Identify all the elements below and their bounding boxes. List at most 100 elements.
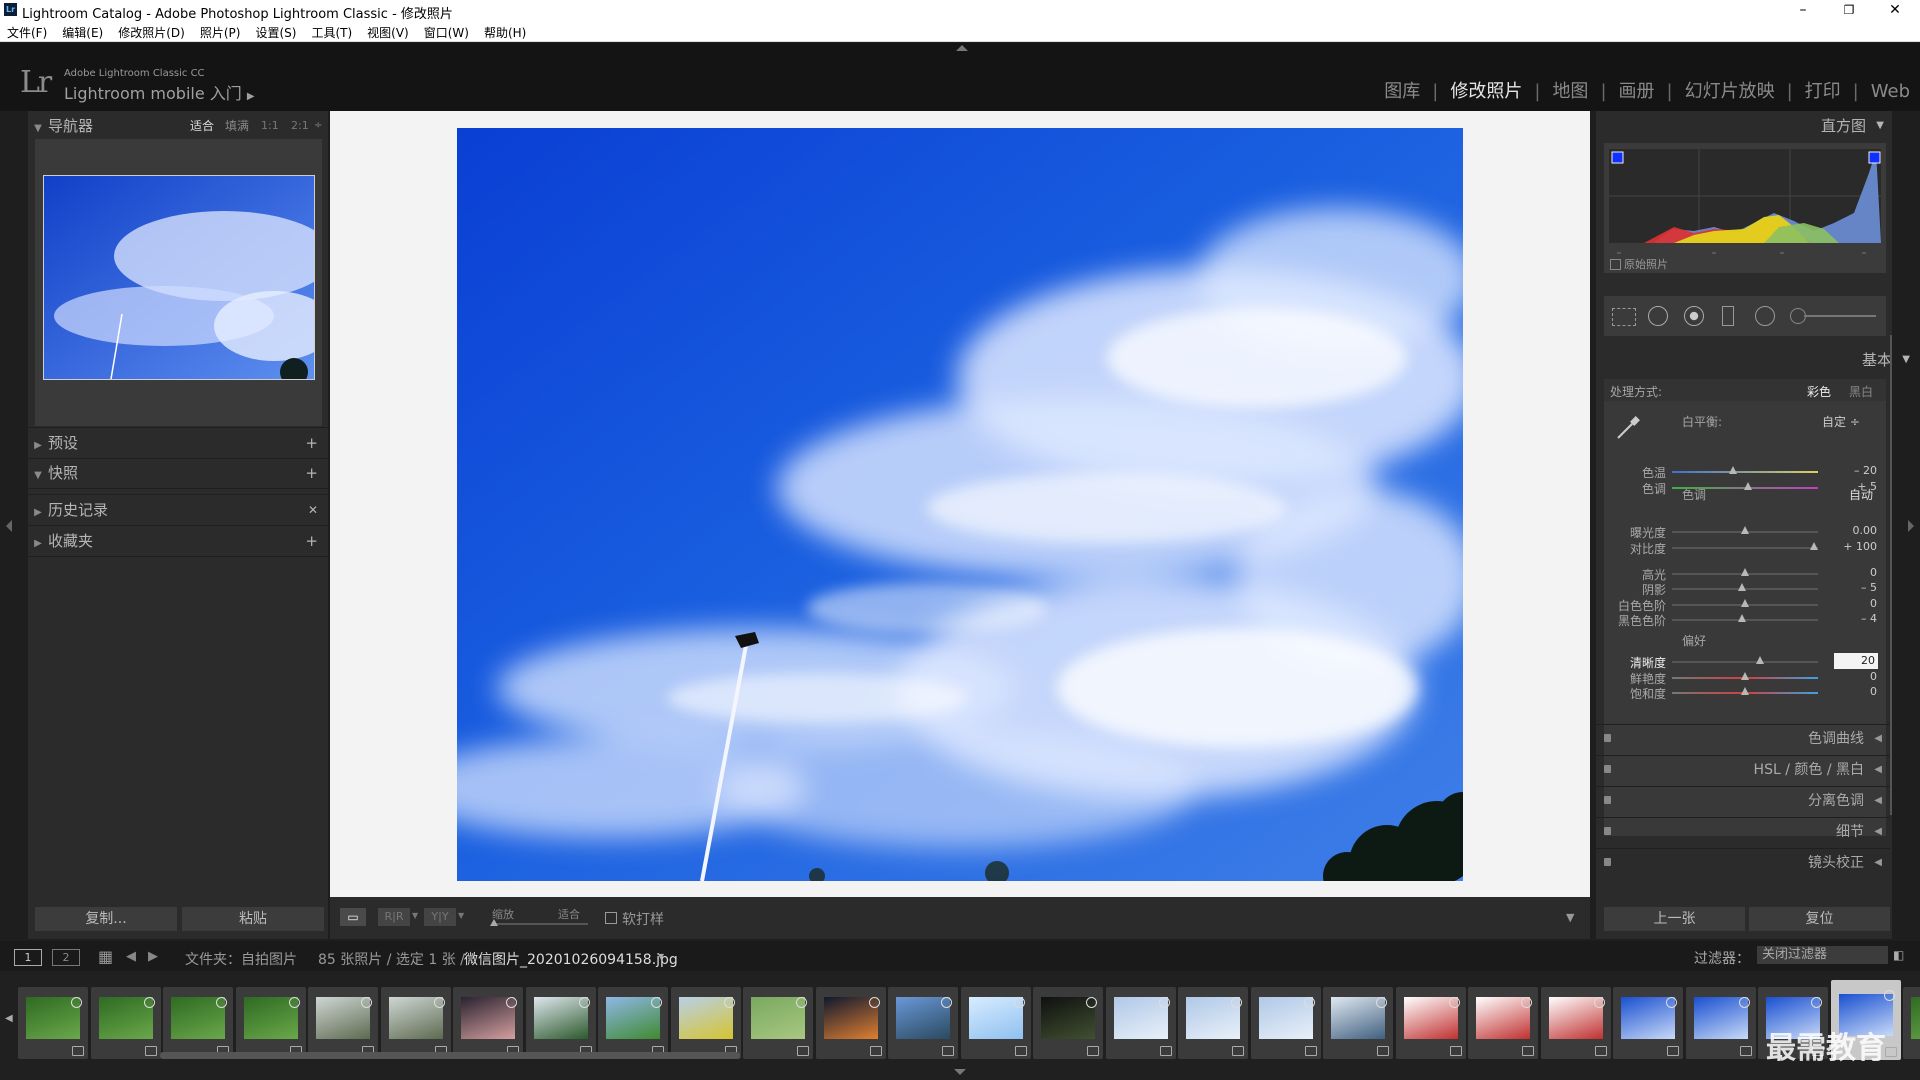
filmstrip-scrollbar[interactable] bbox=[160, 1052, 740, 1059]
slider-track[interactable] bbox=[1672, 471, 1818, 473]
slider-knob[interactable] bbox=[1741, 526, 1749, 534]
previous-settings-button[interactable]: 上一张 bbox=[1604, 907, 1745, 931]
slider-track[interactable] bbox=[1672, 661, 1818, 663]
quick-collection-icon[interactable] bbox=[288, 997, 300, 1008]
menu-edit[interactable]: 编辑(E) bbox=[55, 22, 111, 41]
quick-collection-icon[interactable] bbox=[1738, 997, 1750, 1008]
main-photo[interactable] bbox=[457, 128, 1463, 881]
collapse-bottom-icon[interactable] bbox=[954, 1069, 966, 1075]
before-after-button[interactable]: R|R bbox=[378, 908, 410, 926]
filmstrip-thumbnail[interactable] bbox=[888, 987, 958, 1059]
quick-collection-icon[interactable] bbox=[1303, 997, 1315, 1008]
slider-knob[interactable] bbox=[1755, 656, 1764, 664]
panel-toggle-switch[interactable] bbox=[1604, 765, 1611, 773]
right-panel-toggle-icon[interactable] bbox=[1908, 520, 1914, 532]
treatment-bw-option[interactable]: 黑白 bbox=[1849, 383, 1873, 400]
quick-collection-icon[interactable] bbox=[1883, 990, 1895, 1001]
menu-settings[interactable]: 设置(S) bbox=[248, 22, 304, 41]
filmstrip-thumbnail[interactable] bbox=[163, 987, 233, 1059]
white-balance-eyedropper-icon[interactable] bbox=[1614, 415, 1642, 441]
collections-header[interactable]: ▶ 收藏夹 + bbox=[28, 526, 328, 557]
histogram-header[interactable]: 直方图 ▼ bbox=[1596, 111, 1892, 141]
menu-view[interactable]: 视图(V) bbox=[360, 22, 417, 41]
filmstrip-thumbnail[interactable] bbox=[1033, 987, 1103, 1059]
module-map[interactable]: 地图 bbox=[1540, 81, 1600, 102]
add-snapshot-icon[interactable]: + bbox=[305, 458, 318, 488]
filter-select[interactable]: 关闭过滤器 bbox=[1757, 946, 1888, 964]
quick-collection-icon[interactable] bbox=[1086, 997, 1097, 1008]
filter-lock-icon[interactable]: ◧ bbox=[1893, 948, 1904, 962]
quick-collection-icon[interactable] bbox=[1158, 997, 1170, 1008]
white-balance-select[interactable]: 自定 ÷ bbox=[1822, 413, 1860, 430]
filmstrip-thumbnail[interactable] bbox=[453, 987, 523, 1059]
quick-collection-icon[interactable] bbox=[723, 997, 735, 1008]
panel-toggle-switch[interactable] bbox=[1604, 827, 1611, 835]
minimize-button[interactable]: – bbox=[1780, 0, 1826, 22]
slider-knob[interactable] bbox=[1741, 672, 1749, 680]
filmstrip-thumbnail[interactable] bbox=[380, 987, 451, 1059]
zoom-slider[interactable] bbox=[494, 923, 588, 925]
filmstrip-thumbnail[interactable] bbox=[1903, 987, 1920, 1059]
quick-collection-icon[interactable] bbox=[796, 997, 807, 1008]
collapsed-panel-header[interactable]: HSL / 颜色 / 黑白 ◀ bbox=[1596, 755, 1890, 784]
quick-collection-icon[interactable] bbox=[361, 997, 372, 1008]
treatment-color-option[interactable]: 彩色 bbox=[1807, 383, 1831, 400]
filmstrip-left-arrow-icon[interactable]: ◀ bbox=[5, 1013, 13, 1024]
second-screen-button[interactable]: 2 bbox=[52, 949, 80, 966]
quick-collection-icon[interactable] bbox=[143, 997, 155, 1008]
quick-collection-icon[interactable] bbox=[506, 997, 517, 1008]
quick-collection-icon[interactable] bbox=[1376, 997, 1387, 1008]
navigator-preview[interactable] bbox=[43, 175, 315, 380]
main-screen-button[interactable]: 1 bbox=[14, 949, 42, 966]
menu-photo[interactable]: 照片(P) bbox=[193, 22, 249, 41]
filmstrip-thumbnail[interactable] bbox=[815, 987, 886, 1059]
radial-filter-icon[interactable] bbox=[1755, 306, 1775, 326]
before-after-swap-button[interactable]: Y|Y bbox=[424, 908, 456, 926]
slider-knob[interactable] bbox=[1809, 542, 1818, 550]
close-button[interactable]: ✕ bbox=[1872, 0, 1918, 22]
quick-collection-icon[interactable] bbox=[1013, 997, 1025, 1008]
quick-collection-icon[interactable] bbox=[433, 997, 445, 1008]
mobile-link[interactable]: Lightroom mobile 入门 ▶ bbox=[64, 80, 255, 104]
chevron-down-icon[interactable]: ▼ bbox=[412, 911, 418, 920]
spot-removal-icon[interactable] bbox=[1648, 306, 1668, 326]
toolbar-menu-icon[interactable]: ▼ bbox=[1566, 911, 1574, 924]
module-library[interactable]: 图库 bbox=[1372, 81, 1432, 102]
filmstrip-thumbnail[interactable] bbox=[308, 987, 378, 1059]
module-print[interactable]: 打印 bbox=[1793, 81, 1853, 102]
chevron-down-icon[interactable]: ▼ bbox=[458, 911, 464, 920]
filmstrip-thumbnail[interactable] bbox=[235, 987, 306, 1059]
zoom-fill-option[interactable]: 填满 bbox=[225, 111, 249, 141]
menu-file[interactable]: 文件(F) bbox=[0, 22, 55, 41]
presets-header[interactable]: ▶ 预设 + bbox=[28, 427, 328, 459]
module-slideshow[interactable]: 幻灯片放映 bbox=[1673, 81, 1787, 102]
module-web[interactable]: Web bbox=[1859, 81, 1910, 102]
zoom-slider-knob[interactable] bbox=[490, 919, 498, 926]
filmstrip-thumbnail[interactable] bbox=[18, 987, 88, 1059]
zoom-stepper-icon[interactable]: ÷ bbox=[314, 111, 322, 141]
clear-history-icon[interactable]: ✕ bbox=[308, 495, 318, 525]
filmstrip-thumbnail[interactable] bbox=[1250, 987, 1321, 1059]
graduated-filter-icon[interactable] bbox=[1722, 306, 1734, 326]
filmstrip-thumbnail[interactable] bbox=[1178, 987, 1248, 1059]
crop-tool-icon[interactable] bbox=[1612, 308, 1636, 326]
slider-knob[interactable] bbox=[1738, 583, 1747, 591]
red-eye-icon[interactable] bbox=[1684, 306, 1704, 326]
collapse-top-icon[interactable] bbox=[956, 45, 968, 51]
slider-knob[interactable] bbox=[1729, 466, 1738, 474]
basic-header[interactable]: 基本 ▼ bbox=[1596, 345, 1918, 375]
quick-collection-icon[interactable] bbox=[1593, 997, 1605, 1008]
quick-collection-icon[interactable] bbox=[651, 997, 662, 1008]
collapsed-panel-header[interactable]: 细节 ◀ bbox=[1596, 817, 1890, 846]
collapsed-panel-header[interactable]: 分离色调 ◀ bbox=[1596, 786, 1890, 815]
filename-dropdown-icon[interactable]: ▾ bbox=[658, 949, 664, 963]
snapshots-header[interactable]: ▼ 快照 + bbox=[28, 458, 328, 489]
show-original-checkbox[interactable] bbox=[1610, 259, 1621, 270]
softproof-checkbox[interactable] bbox=[605, 912, 617, 924]
slider-knob[interactable] bbox=[1741, 599, 1749, 607]
selected-filename[interactable]: 微信图片_20201026094158.jpg bbox=[464, 949, 678, 969]
quick-collection-icon[interactable] bbox=[941, 997, 952, 1008]
panel-toggle-switch[interactable] bbox=[1604, 796, 1611, 804]
collapsed-panel-header[interactable]: 镜头校正 ◀ bbox=[1596, 848, 1890, 877]
copy-settings-button[interactable]: 复制... bbox=[35, 907, 177, 931]
